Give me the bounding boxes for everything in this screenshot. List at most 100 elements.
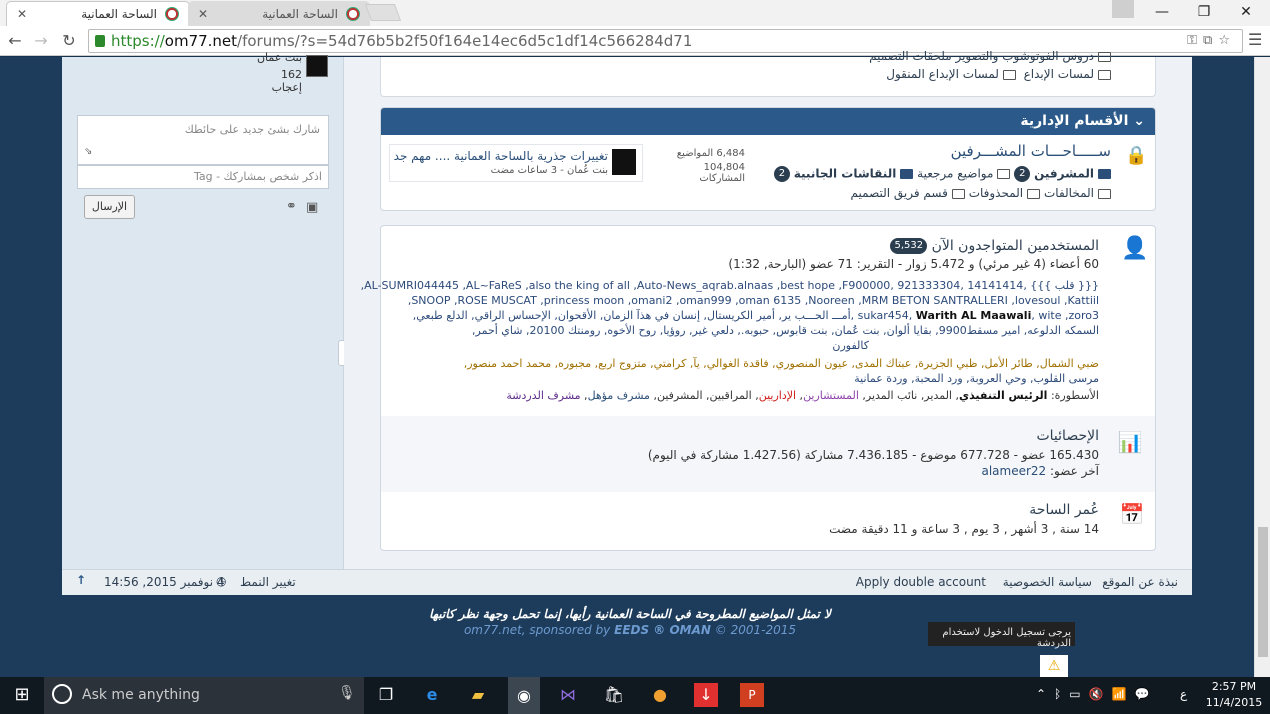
tab-close-icon[interactable]: ✕ bbox=[17, 7, 27, 21]
legend-qualified: مشرف مؤهل bbox=[587, 389, 650, 402]
legend-chat: مشرف الدردشة bbox=[506, 389, 581, 402]
tag-input[interactable]: اذكر شخص بمشاركك - Tag bbox=[77, 165, 329, 189]
forward-icon[interactable]: → bbox=[30, 30, 52, 52]
about-link[interactable]: نبذة عن الموقع bbox=[1102, 575, 1178, 589]
status-input[interactable]: شارك بشئ جديد على حائطك ⇘ bbox=[77, 115, 329, 165]
omnibox-extension-icons[interactable]: ⚿⧉☆ bbox=[1187, 33, 1236, 48]
folder-icon bbox=[1098, 69, 1111, 80]
sponsor-text: om77.net, sponsored by bbox=[463, 623, 611, 637]
minimize-icon[interactable]: — bbox=[1142, 0, 1182, 24]
windows-start-icon[interactable]: ⊞ bbox=[10, 683, 34, 707]
task-view-icon[interactable]: ❐ bbox=[374, 683, 398, 707]
visual-studio-icon[interactable]: ⋈ bbox=[556, 683, 580, 707]
download-icon[interactable]: ↓ bbox=[694, 683, 718, 707]
legend: الأسطورة: الرئيس التنفيذي, المدير, نائب … bbox=[506, 389, 1099, 402]
edge-icon[interactable]: e bbox=[420, 683, 444, 707]
sponsor-link[interactable]: EEDS ® OMAN bbox=[614, 623, 711, 637]
legend-text: , المراقبين, المشرفين, bbox=[653, 389, 759, 402]
last-post-title[interactable]: تغييرات جذرية بالساحة العمانية .... مهم … bbox=[394, 149, 608, 163]
calendar-icon: 📅 bbox=[1119, 502, 1145, 526]
link-icon[interactable]: ⚭ bbox=[286, 199, 297, 214]
legend-exec: الرئيس التنفيذي bbox=[958, 389, 1048, 402]
system-tray-icons[interactable]: ⌃ᛒ▭🔇📶💬 bbox=[1036, 687, 1157, 701]
clock-date[interactable]: 11/4/2015 bbox=[1204, 696, 1264, 709]
privacy-link[interactable]: سياسة الخصوصية bbox=[1003, 575, 1092, 589]
resize-icon[interactable]: ⇘ bbox=[84, 146, 92, 157]
online-user-highlight[interactable]: Warith AL Maawali bbox=[916, 309, 1032, 322]
back-icon[interactable]: ← bbox=[4, 30, 26, 52]
subforum-link[interactable]: دروس الفوتوشوب والتصوير ملحقات التصميم bbox=[869, 49, 1094, 63]
online-users-line[interactable]: كالفورن bbox=[399, 338, 1099, 353]
scrollbar-thumb[interactable] bbox=[1258, 527, 1268, 657]
subforum-link[interactable]: لمسات الإبداع المنقول bbox=[886, 67, 999, 81]
change-style-link[interactable]: تغيير النمط bbox=[240, 575, 296, 589]
scroll-top-icon[interactable]: ↑ bbox=[76, 573, 86, 587]
online-users-line[interactable]: sukar454, bbox=[858, 309, 916, 322]
double-account-link[interactable]: Apply double account bbox=[856, 575, 986, 589]
avatar[interactable] bbox=[612, 149, 636, 175]
page-scrollbar[interactable] bbox=[1254, 57, 1270, 677]
subforum-badge: 2 bbox=[1014, 166, 1031, 182]
footer-datetime: 4 نوفمبر 2015, 14:56 bbox=[104, 575, 225, 589]
online-users-line[interactable]: السمكه الدلوعه, امير مسقط9900, بقايا ألو… bbox=[399, 323, 1099, 338]
subforum-link[interactable]: لمسات الإبداع bbox=[1024, 67, 1094, 81]
powerpoint-icon[interactable]: P bbox=[740, 683, 764, 707]
app-icon[interactable]: ● bbox=[648, 683, 672, 707]
close-window-icon[interactable]: ✕ bbox=[1226, 0, 1266, 24]
url-path: /forums/?s=54d76b5b2f50f164e14ec6d5c1df1… bbox=[237, 32, 693, 50]
online-users-line[interactable]: SNOOP ,ROSE MUSCAT ,princess moon ,omani… bbox=[399, 293, 1099, 308]
subforum-link[interactable]: مواضيع مرجعية bbox=[917, 167, 993, 181]
store-icon[interactable]: 🛍 bbox=[602, 683, 626, 707]
last-member-link[interactable]: alameer22 bbox=[981, 464, 1046, 478]
clock-time[interactable]: 2:57 PM bbox=[1208, 680, 1260, 693]
tab-inactive[interactable]: الساحة العمانية ✕ bbox=[188, 1, 370, 26]
category-header[interactable]: ⌄ الأقسام الإدارية bbox=[381, 108, 1155, 135]
new-tab-button[interactable] bbox=[364, 4, 402, 21]
search-box[interactable]: Ask me anything 🎙 bbox=[44, 677, 364, 714]
folder-icon bbox=[900, 169, 914, 179]
avatar[interactable] bbox=[306, 55, 328, 77]
subforum-link[interactable]: النقاشات الجانبية bbox=[794, 167, 897, 181]
forum-title[interactable]: ســـــاحـــات المشـــرفين bbox=[951, 142, 1111, 160]
chat-login-tooltip: يرجى تسجيل الدخول لاستخدام الدردشة bbox=[928, 622, 1075, 649]
tab-close-icon[interactable]: ✕ bbox=[198, 7, 208, 21]
tab-title: الساحة العمانية bbox=[81, 7, 157, 21]
subforum-link[interactable]: المخالفات bbox=[1044, 186, 1094, 200]
stats-line: 165.430 عضو - 677.728 موضوع - 7.436.185 … bbox=[647, 448, 1099, 462]
disclaimer: لا تمثل المواضيع المطروحة في الساحة العم… bbox=[429, 607, 831, 621]
folder-icon bbox=[997, 169, 1011, 179]
online-users-line[interactable]: ضبي الشمال, طائر الأمل, ظبي الجزيرة, عبت… bbox=[399, 356, 1099, 371]
profile-icon[interactable] bbox=[1112, 0, 1134, 18]
search-placeholder: Ask me anything bbox=[82, 687, 200, 703]
online-title[interactable]: المستخدمين المتواجدون الآن bbox=[932, 238, 1099, 254]
url-host: om77.net bbox=[164, 32, 238, 50]
send-button[interactable]: الإرسال bbox=[84, 195, 135, 219]
input-language[interactable]: ع bbox=[1180, 687, 1187, 701]
warning-icon[interactable]: ⚠ bbox=[1040, 655, 1068, 677]
chevron-down-icon[interactable]: ⌄ bbox=[1133, 113, 1145, 129]
lock-icon bbox=[95, 35, 105, 47]
subforum-link[interactable]: المحذوفات bbox=[969, 186, 1023, 200]
folder-icon bbox=[1098, 51, 1111, 62]
online-users-line[interactable]: مرسى القلوب, وحي العروبة, ورد المحبة, ور… bbox=[399, 371, 1099, 386]
cortana-icon bbox=[52, 684, 72, 704]
lock-icon: 🔒 bbox=[1125, 145, 1148, 166]
stats-row: 📊 الإحصائيات 165.430 عضو - 677.728 موضوع… bbox=[381, 416, 1155, 492]
chrome-icon[interactable]: ◉ bbox=[508, 677, 540, 714]
restore-icon[interactable]: ❐ bbox=[1184, 0, 1224, 24]
microphone-icon[interactable]: 🎙 bbox=[338, 685, 356, 701]
tab-active[interactable]: الساحة العمانية ✕ bbox=[6, 1, 190, 26]
age-line: 14 سنة , 3 أشهر , 3 يوم , 3 ساعة و 11 دق… bbox=[829, 522, 1099, 536]
online-users-line[interactable]: {{{ قلب }}} ,14141414 ,921333304 ,AL-SUM… bbox=[361, 278, 1099, 293]
thread-count: 6,484 المواضيع bbox=[676, 148, 745, 159]
subforum-link[interactable]: المشرفين bbox=[1034, 167, 1094, 181]
stats-title: الإحصائيات bbox=[1036, 428, 1099, 444]
chrome-menu-icon[interactable]: ☰ bbox=[1248, 30, 1262, 49]
reload-icon[interactable]: ↻ bbox=[58, 30, 80, 52]
sidebar-user-name[interactable]: بنت عمان bbox=[252, 51, 302, 64]
legend-text: , المدير, نائب المدير, bbox=[862, 389, 959, 402]
tab-title: الساحة العمانية bbox=[262, 6, 338, 21]
image-icon[interactable]: ▣ bbox=[306, 200, 318, 215]
file-explorer-icon[interactable]: ▰ bbox=[466, 683, 490, 707]
subforum-link[interactable]: قسم فريق التصميم bbox=[851, 186, 948, 200]
